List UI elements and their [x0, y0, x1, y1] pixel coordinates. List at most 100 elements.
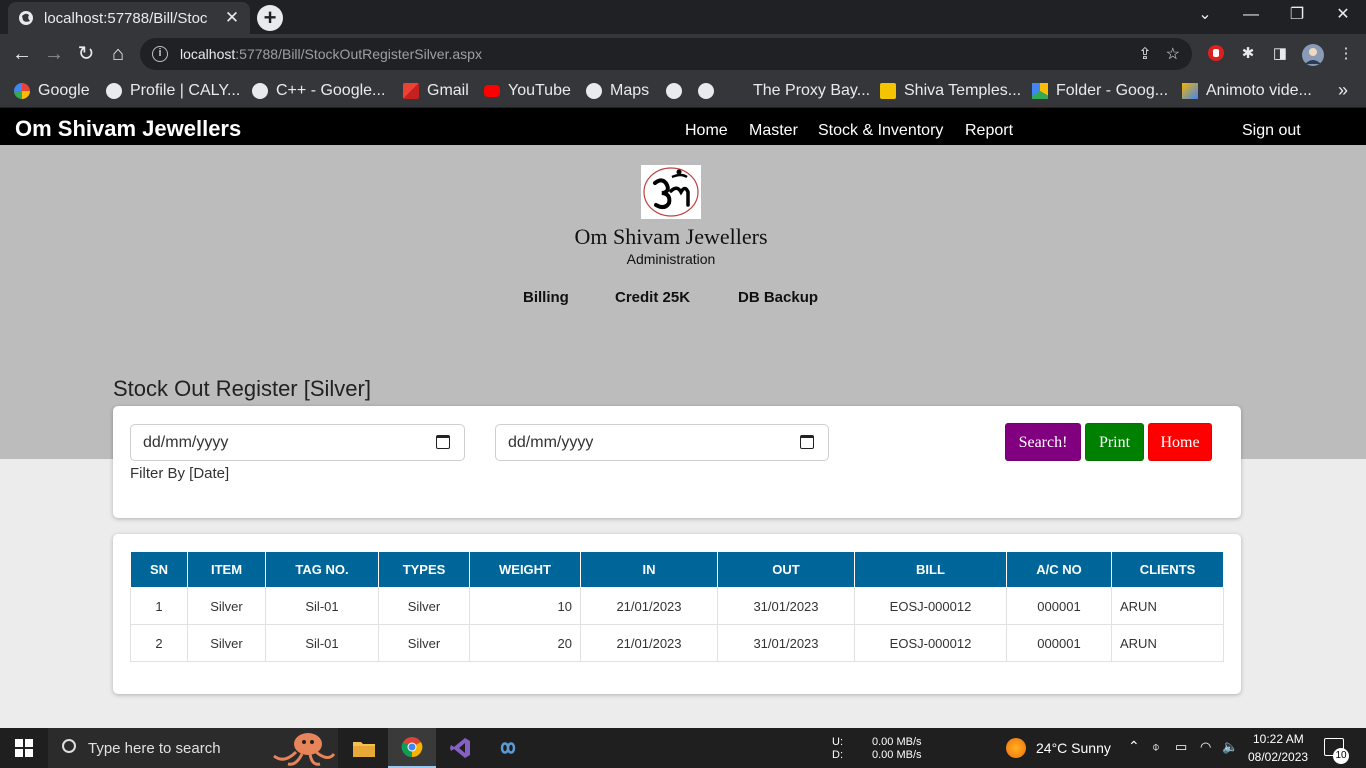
bookmark-proxybay[interactable]: The Proxy Bay... — [753, 82, 870, 100]
more-bookmarks-icon[interactable]: » — [1338, 80, 1348, 101]
minimize-button[interactable]: — — [1228, 0, 1274, 30]
col-tag-no: TAG NO. — [265, 551, 379, 588]
results-card: SN ITEM TAG NO. TYPES WEIGHT IN OUT BILL… — [113, 534, 1241, 694]
quick-link-credit[interactable]: Credit 25K — [615, 289, 690, 306]
url-host: localhost — [180, 46, 236, 62]
bookmark-gmail[interactable]: Gmail — [403, 82, 469, 100]
site-brand[interactable]: Om Shivam Jewellers — [15, 116, 241, 142]
bookmark-label: Shiva Temples... — [904, 82, 1022, 99]
cell-out: 31/01/2023 — [717, 587, 855, 625]
browser-menu-icon[interactable]: ⋮ — [1336, 44, 1356, 64]
to-date-placeholder: dd/mm/yyyy — [508, 434, 594, 451]
nav-master[interactable]: Master — [749, 122, 798, 140]
from-date-input[interactable]: dd/mm/yyyy — [130, 424, 465, 461]
share-icon[interactable]: ⇪ — [1138, 44, 1151, 64]
net-up-speed: 0.00 MB/s — [872, 736, 922, 748]
bookmark-globe-2[interactable] — [698, 82, 722, 100]
side-panel-icon[interactable]: ◨ — [1270, 44, 1290, 64]
window-controls: ⌄ — ❐ ✕ — [1182, 0, 1366, 30]
battery-icon[interactable]: ▭ — [1175, 739, 1187, 755]
bookmark-star-icon[interactable]: ☆ — [1166, 44, 1180, 64]
address-bar[interactable]: i localhost:57788/Bill/StockOutRegisterS… — [140, 38, 1192, 70]
to-date-input[interactable]: dd/mm/yyyy — [495, 424, 829, 461]
reload-icon[interactable]: ↻ — [74, 42, 98, 66]
quick-link-billing[interactable]: Billing — [523, 289, 569, 306]
search-button[interactable]: Search! — [1005, 423, 1081, 461]
sign-out-link[interactable]: Sign out — [1242, 122, 1301, 140]
globe-icon — [252, 83, 268, 99]
table-header-row: SN ITEM TAG NO. TYPES WEIGHT IN OUT BILL… — [130, 551, 1224, 588]
globe-icon — [698, 83, 714, 99]
weather-text[interactable]: 24°C Sunny — [1036, 740, 1111, 756]
net-up-label: U: — [832, 736, 843, 748]
wifi-icon[interactable]: ◠ — [1200, 739, 1211, 755]
visual-studio-icon[interactable] — [436, 728, 484, 768]
close-tab-icon[interactable]: ✕ — [224, 8, 240, 28]
weather-sun-icon[interactable] — [1006, 738, 1026, 758]
col-item: ITEM — [187, 551, 266, 588]
nav-home[interactable]: Home — [685, 122, 728, 140]
animoto-icon — [1182, 83, 1198, 99]
file-explorer-icon[interactable] — [340, 728, 388, 768]
bookmark-maps[interactable]: Maps — [586, 82, 649, 100]
forward-icon[interactable]: → — [42, 42, 66, 66]
browser-tab[interactable]: localhost:57788/Bill/Stoc ✕ — [8, 2, 250, 34]
volume-icon[interactable]: 🔈 — [1222, 739, 1238, 755]
nav-stock-inventory[interactable]: Stock & Inventory — [818, 122, 943, 140]
cell-weight: 10 — [469, 587, 581, 625]
table-row: 1 Silver Sil-01 Silver 10 21/01/2023 31/… — [130, 587, 1224, 625]
meet-now-icon[interactable]: ⌽ — [1152, 739, 1160, 755]
show-hidden-icons-icon[interactable]: ⌃ — [1128, 738, 1140, 755]
bookmark-cpp[interactable]: C++ - Google... — [252, 82, 385, 100]
bookmark-profile[interactable]: Profile | CALY... — [106, 82, 240, 100]
home-icon[interactable]: ⌂ — [106, 42, 130, 66]
bookmark-animoto[interactable]: Animoto vide... — [1182, 82, 1312, 100]
print-button[interactable]: Print — [1085, 423, 1144, 461]
cell-client: ARUN — [1111, 587, 1224, 625]
bookmark-globe-1[interactable] — [666, 82, 690, 100]
infinity-app-icon[interactable] — [484, 728, 532, 768]
bookmark-google[interactable]: Google — [14, 82, 90, 100]
cell-out: 31/01/2023 — [717, 624, 855, 662]
home-button[interactable]: Home — [1148, 423, 1212, 461]
col-in: IN — [580, 551, 718, 588]
col-clients: CLIENTS — [1111, 551, 1224, 588]
bookmark-youtube[interactable]: YouTube — [484, 82, 571, 100]
om-logo-icon — [641, 165, 701, 219]
quick-link-db-backup[interactable]: DB Backup — [738, 289, 818, 306]
clock-time[interactable]: 10:22 AM — [1253, 732, 1304, 746]
bookmark-label: Profile | CALY... — [130, 82, 241, 99]
calendar-icon[interactable] — [800, 435, 814, 449]
new-tab-button[interactable]: + — [257, 5, 283, 31]
cell-in: 21/01/2023 — [580, 587, 718, 625]
search-icon — [62, 739, 76, 753]
site-info-icon[interactable]: i — [152, 46, 168, 62]
net-down-speed: 0.00 MB/s — [872, 749, 922, 761]
restore-button[interactable]: ❐ — [1274, 0, 1320, 30]
filter-card: dd/mm/yyyy dd/mm/yyyy Filter By [Date] S… — [113, 406, 1241, 518]
globe-icon — [586, 83, 602, 99]
windows-start-icon[interactable] — [0, 728, 48, 768]
adblock-icon[interactable] — [1206, 44, 1226, 64]
col-ac-no: A/C NO — [1006, 551, 1112, 588]
hero-title: Om Shivam Jewellers — [574, 224, 768, 249]
chrome-taskbar-icon[interactable] — [388, 728, 436, 768]
cell-in: 21/01/2023 — [580, 624, 718, 662]
calendar-icon[interactable] — [436, 435, 450, 449]
bookmark-drive[interactable]: Folder - Goog... — [1032, 82, 1168, 100]
clock-date[interactable]: 08/02/2023 — [1248, 750, 1308, 764]
globe-icon — [106, 83, 122, 99]
back-icon[interactable]: ← — [10, 42, 34, 66]
cell-sn: 2 — [130, 624, 188, 662]
extensions-icon[interactable]: ✱ — [1238, 44, 1258, 64]
profile-avatar-icon[interactable] — [1302, 44, 1324, 66]
bookmark-label: The Proxy Bay... — [753, 82, 871, 99]
cell-tag-no: Sil-01 — [265, 624, 379, 662]
taskbar-search-box[interactable]: Type here to search — [48, 728, 338, 768]
tab-search-icon[interactable]: ⌄ — [1182, 0, 1228, 30]
cell-ac-no: 000001 — [1006, 587, 1112, 625]
close-window-button[interactable]: ✕ — [1320, 0, 1366, 30]
nav-report[interactable]: Report — [965, 122, 1013, 140]
bookmark-shiva[interactable]: Shiva Temples... — [880, 82, 1021, 100]
table-row: 2 Silver Sil-01 Silver 20 21/01/2023 31/… — [130, 624, 1224, 662]
